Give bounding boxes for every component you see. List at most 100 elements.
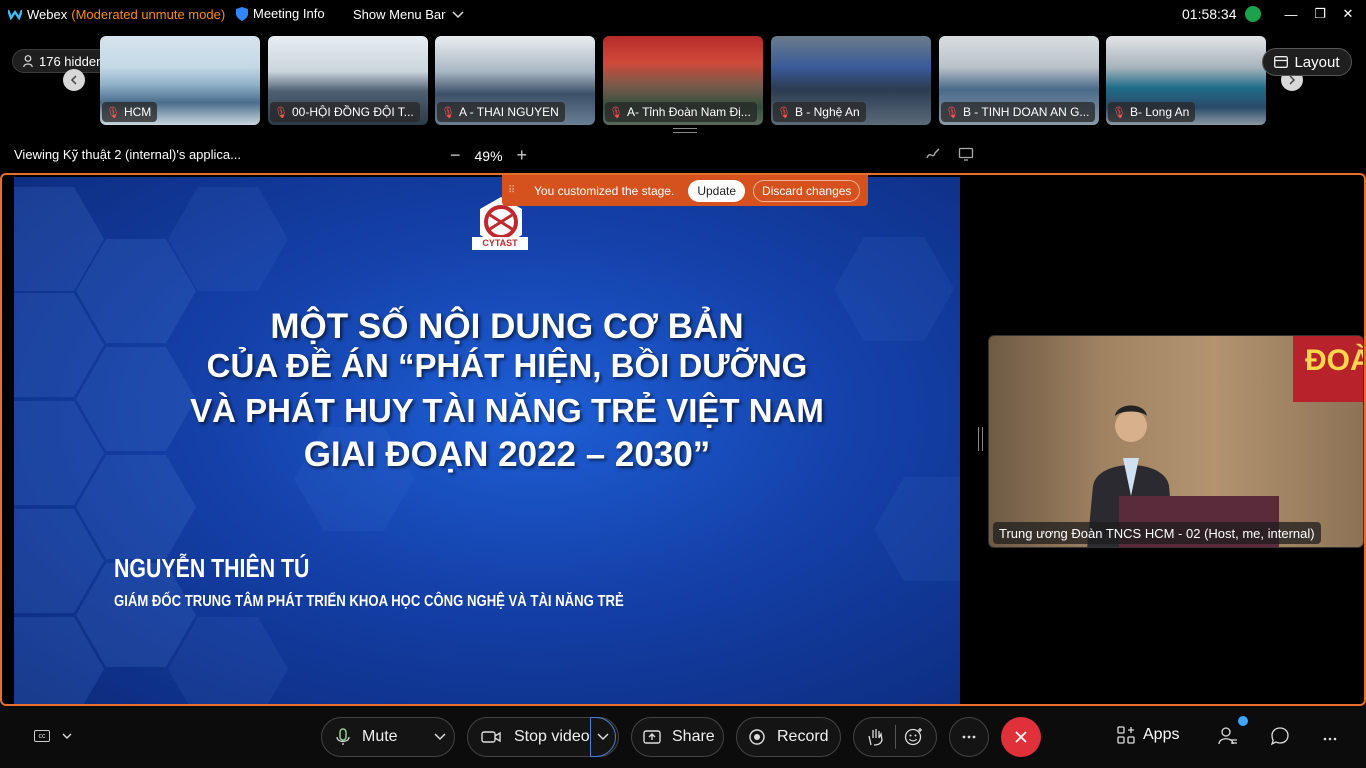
participant-name: A- Tỉnh Đoàn Nam Đị...	[626, 105, 751, 119]
self-video-tile[interactable]: ĐOÀ Trung ương Đoàn TNCS HCM - 02 (Host,…	[988, 335, 1364, 548]
chevron-down-icon	[62, 733, 72, 739]
meeting-info-button[interactable]: Meeting Info	[236, 6, 325, 21]
banner-message: You customized the stage.	[534, 183, 675, 198]
zoom-control: − 49% +	[450, 145, 527, 166]
stage-splitter-handle[interactable]	[978, 427, 983, 451]
leave-meeting-button[interactable]	[1001, 717, 1041, 757]
record-button[interactable]: Record	[736, 717, 841, 757]
mic-off-icon: 🎙	[106, 106, 120, 119]
notification-badge	[1238, 716, 1248, 726]
slide-speaker-role: GIÁM ĐỐC TRUNG TÂM PHÁT TRIỂN KHOA HỌC C…	[114, 593, 624, 610]
annotate-icon[interactable]	[925, 146, 941, 162]
strip-resize-handle[interactable]	[673, 128, 697, 133]
show-menu-label: Show Menu Bar	[353, 7, 446, 22]
background-sign: ĐOÀ	[1293, 336, 1363, 402]
participant-name: B- Long An	[1129, 105, 1190, 119]
slide-title-line-1: MỘT SỐ NỘI DUNG CƠ BẢN	[270, 307, 744, 346]
more-options-button[interactable]	[949, 717, 989, 757]
participants-icon	[1218, 727, 1237, 745]
zoom-in-button[interactable]: +	[517, 145, 528, 166]
discard-changes-button[interactable]: Discard changes	[753, 179, 861, 202]
video-options-button[interactable]	[590, 717, 616, 757]
title-bar: Webex (Moderated unmute mode) Meeting Inf…	[0, 0, 1366, 30]
mic-off-icon: 🎙	[609, 106, 623, 119]
participant-thumbnail[interactable]: 🎙 00-HỘI ĐỒNG ĐỘI T...	[268, 36, 428, 125]
closed-captions-icon: cc	[34, 730, 50, 742]
camera-icon	[481, 731, 501, 743]
participant-thumbnail[interactable]: 🎙 A- Tỉnh Đoàn Nam Đị...	[603, 36, 763, 125]
mic-off-icon: 🎙	[945, 106, 959, 119]
slide-decoration	[874, 477, 960, 581]
layout-icon	[1274, 56, 1289, 68]
minimize-button[interactable]: —	[1280, 4, 1302, 24]
hidden-count: 176 hidden	[39, 53, 104, 69]
apps-label: Apps	[1143, 726, 1180, 743]
participant-label: 🎙 HCM	[102, 102, 158, 122]
close-window-button[interactable]: ✕	[1337, 4, 1359, 24]
chat-button[interactable]	[1270, 726, 1290, 751]
more-icon	[1323, 737, 1337, 741]
reactions-group	[853, 717, 937, 757]
meeting-info-label: Meeting Info	[253, 6, 325, 21]
person-icon	[23, 55, 33, 67]
participant-name: 00-HỘI ĐỒNG ĐỘI T...	[291, 105, 414, 119]
viewing-share-label: Viewing Kỹ thuật 2 (internal)'s applica.…	[14, 147, 241, 162]
mic-off-icon: 🎙	[441, 106, 455, 119]
update-stage-button[interactable]: Update	[688, 179, 746, 202]
emoji-reactions-icon[interactable]	[904, 727, 924, 747]
slide-title-line-2: CỦA ĐỀ ÁN “PHÁT HIỆN, BỒI DƯỠNG	[206, 347, 808, 384]
layout-label: Layout	[1294, 53, 1340, 71]
share-label: Share	[672, 728, 715, 745]
drag-handle-icon[interactable]: ⠿	[508, 185, 522, 196]
participant-thumbnail[interactable]: 🎙 B - TINH DOAN AN G...	[939, 36, 1099, 125]
shield-icon	[236, 6, 248, 21]
restore-button[interactable]: ❐	[1309, 4, 1331, 24]
chevron-down-icon	[451, 10, 464, 18]
participant-name: A - THAI NGUYEN	[458, 105, 559, 119]
shared-slide[interactable]: CYTAST MỘT SỐ NỘI DUNG CƠ BẢN CỦA ĐỀ ÁN …	[14, 177, 960, 704]
raise-hand-icon[interactable]	[865, 728, 887, 746]
participant-thumbnail[interactable]: 🎙 B- Long An	[1106, 36, 1266, 125]
close-icon	[1015, 731, 1027, 743]
participant-name: HCM	[123, 105, 152, 119]
mute-button[interactable]: Mute	[321, 717, 455, 757]
show-menu-bar-button[interactable]: Show Menu Bar	[353, 7, 464, 22]
participant-label: 🎙 A- Tỉnh Đoàn Nam Đị...	[605, 102, 757, 122]
remote-control-icon[interactable]	[958, 146, 974, 162]
participant-name: B - TINH DOAN AN G...	[962, 105, 1090, 119]
mic-off-icon: 🎙	[777, 106, 791, 119]
participant-label: 🎙 A - THAI NGUYEN	[437, 102, 565, 122]
microphone-icon	[336, 728, 350, 745]
network-signal-icon[interactable]	[1245, 6, 1261, 22]
share-icon	[643, 730, 661, 744]
participant-thumbnail[interactable]: 🎙 B - Nghệ An	[771, 36, 931, 125]
chevron-left-icon	[70, 75, 77, 85]
closed-captions-button[interactable]: cc	[34, 730, 72, 742]
stop-video-label: Stop video	[514, 728, 590, 745]
scroll-left-button[interactable]	[63, 69, 85, 91]
app-title: Webex (Moderated unmute mode)	[27, 7, 225, 22]
participant-thumbnail[interactable]: 🎙 A - THAI NGUYEN	[435, 36, 595, 125]
stage: CYTAST MỘT SỐ NỘI DUNG CƠ BẢN CỦA ĐỀ ÁN …	[0, 173, 1366, 706]
more-panels-button[interactable]	[1323, 726, 1337, 746]
participants-button[interactable]	[1218, 726, 1238, 751]
stop-video-button[interactable]: Stop video	[467, 717, 619, 757]
participant-label: 🎙 B- Long An	[1108, 102, 1196, 122]
participant-label: 🎙 B - TINH DOAN AN G...	[941, 102, 1096, 122]
apps-button[interactable]: Apps	[1117, 726, 1179, 744]
meeting-timer: 01:58:34	[1182, 6, 1237, 22]
record-label: Record	[777, 728, 829, 745]
webex-logo-icon	[8, 9, 22, 20]
stage-customized-banner: ⠿ You customized the stage. Update Disca…	[502, 175, 868, 206]
meeting-controls: cc Mute Stop video Share Record Apps	[0, 706, 1366, 768]
layout-button[interactable]: Layout	[1262, 48, 1352, 76]
divider	[895, 725, 896, 749]
zoom-out-button[interactable]: −	[450, 145, 461, 166]
participant-label: 🎙 B - Nghệ An	[773, 102, 866, 122]
participant-thumbnail[interactable]: 🎙 HCM	[100, 36, 260, 125]
chevron-down-icon[interactable]	[434, 733, 446, 741]
share-button[interactable]: Share	[631, 717, 724, 757]
apps-icon	[1117, 726, 1135, 744]
record-icon	[749, 729, 765, 745]
participant-label: 🎙 00-HỘI ĐỒNG ĐỘI T...	[270, 102, 420, 122]
